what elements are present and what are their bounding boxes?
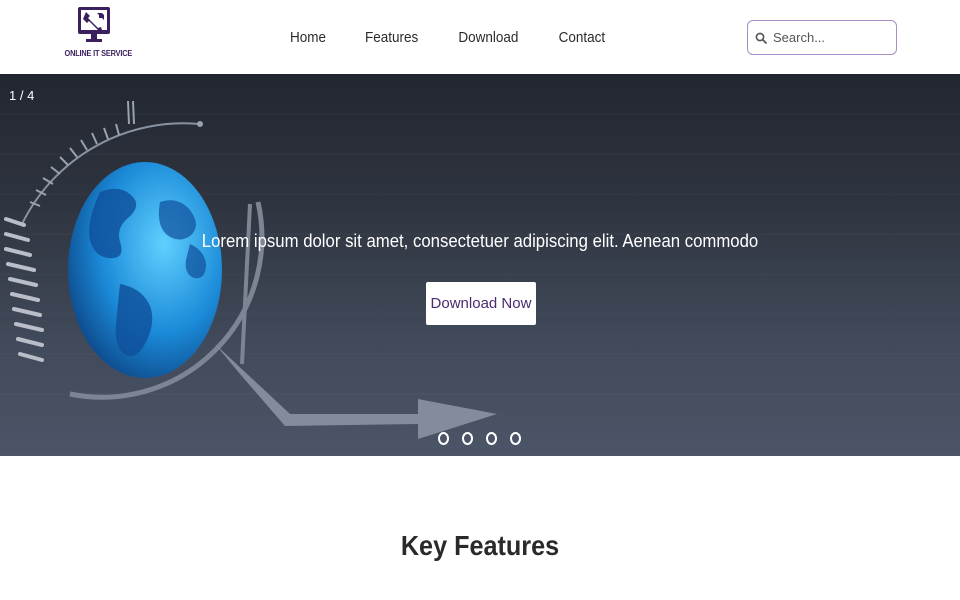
nav-download[interactable]: Download bbox=[459, 29, 519, 46]
nav-contact[interactable]: Contact bbox=[559, 29, 606, 46]
search-box[interactable] bbox=[747, 20, 897, 55]
main-nav: Home Features Download Contact bbox=[288, 0, 642, 74]
download-now-button[interactable]: Download Now bbox=[426, 282, 536, 325]
slide-dot-1[interactable] bbox=[438, 432, 449, 445]
globe-illustration bbox=[4, 100, 497, 439]
slide-dot-3[interactable] bbox=[486, 432, 497, 445]
logo-icon bbox=[78, 7, 110, 42]
search-icon bbox=[755, 32, 767, 44]
logo[interactable]: ONLINE IT SERVICE bbox=[62, 4, 133, 62]
search-input[interactable] bbox=[773, 30, 883, 45]
slide-counter: 1 / 4 bbox=[9, 88, 35, 103]
logo-text: ONLINE IT SERVICE bbox=[64, 49, 133, 58]
hero-slider: 1 / 4 Lorem ipsum dolor sit amet, consec… bbox=[0, 74, 960, 456]
site-header: ONLINE IT SERVICE Home Features Download… bbox=[0, 0, 960, 74]
slide-indicators bbox=[438, 432, 534, 445]
key-features-heading: Key Features bbox=[400, 530, 560, 561]
nav-home[interactable]: Home bbox=[290, 29, 326, 46]
nav-features[interactable]: Features bbox=[365, 29, 418, 46]
hero-caption: Lorem ipsum dolor sit amet, consectetuer… bbox=[201, 231, 759, 251]
slide-dot-2[interactable] bbox=[462, 432, 473, 445]
slide-dot-4[interactable] bbox=[510, 432, 521, 445]
